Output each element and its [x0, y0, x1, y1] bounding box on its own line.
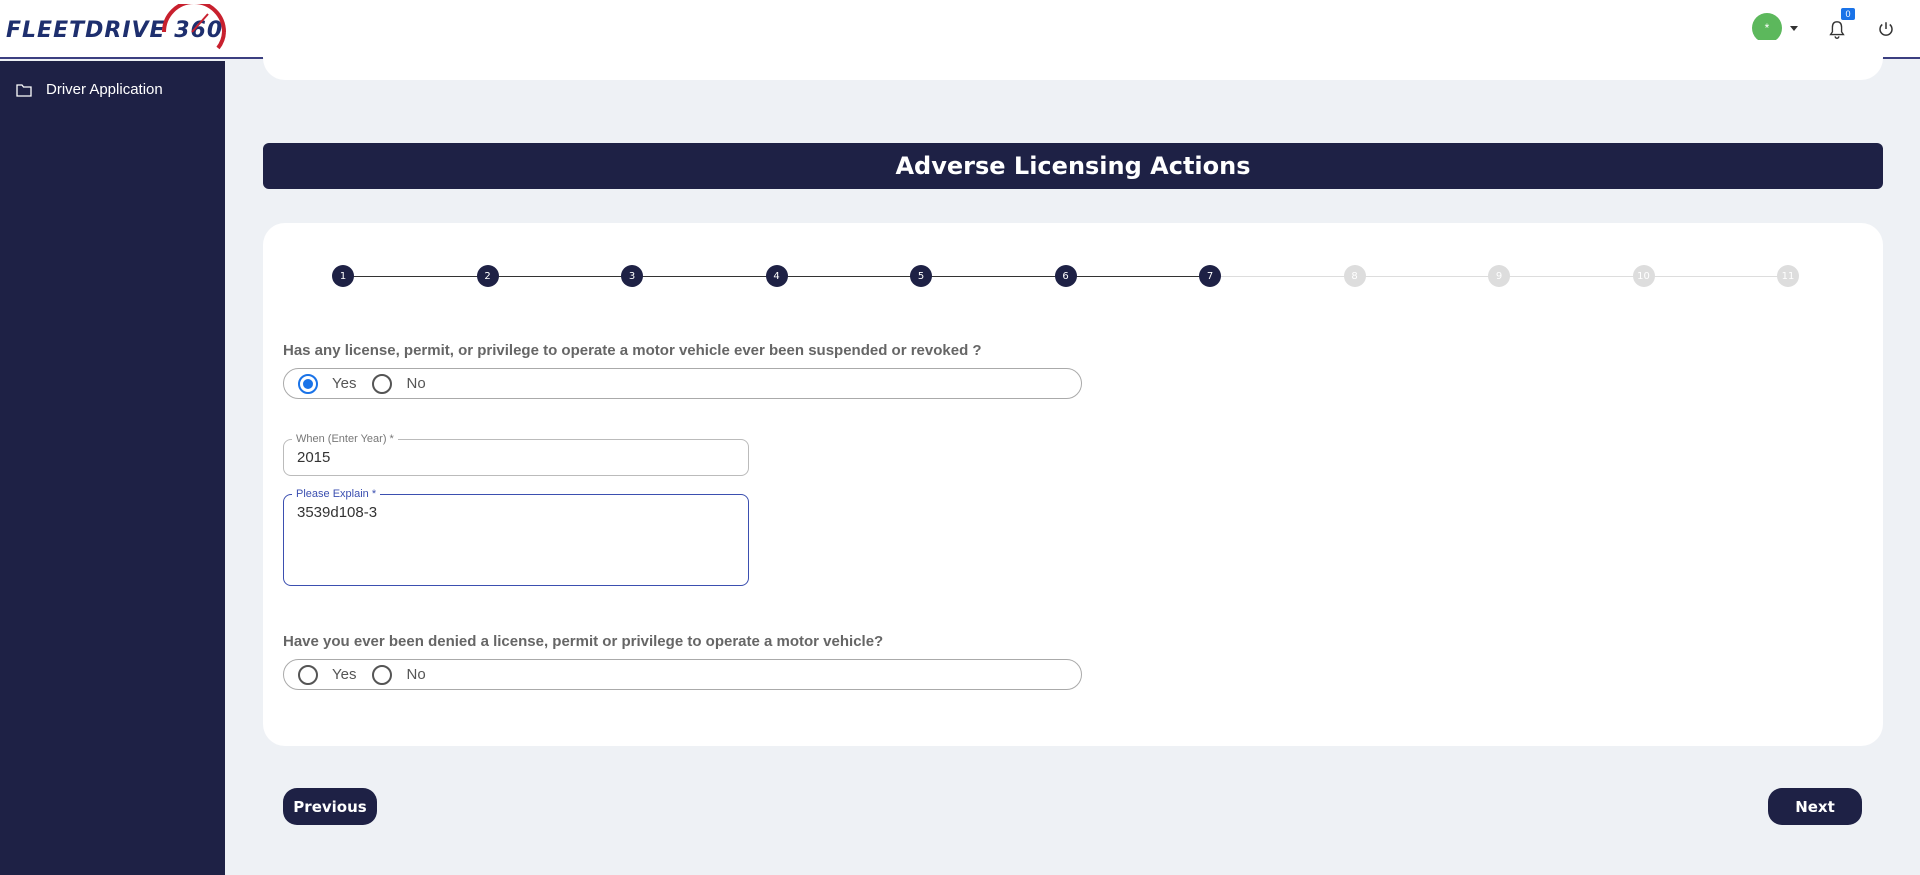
step-5: 5 [910, 265, 932, 287]
when-year-label: When (Enter Year) * [292, 433, 398, 445]
when-year-value[interactable]: 2015 [297, 449, 330, 466]
denied-radio-group: Yes No [283, 659, 1082, 690]
sidebar-item-driver-application[interactable]: Driver Application [16, 81, 163, 98]
previous-section-card [263, 40, 1883, 80]
step-connector [487, 276, 632, 277]
chevron-down-icon[interactable] [1790, 25, 1798, 31]
step-connector [1354, 276, 1499, 277]
step-11: 11 [1777, 265, 1799, 287]
form-card: 1 2 3 4 5 6 7 8 9 10 11 Has any license, permit, o… [263, 223, 1883, 746]
notification-badge: 0 [1841, 8, 1855, 20]
suspended-no-label[interactable]: No [406, 375, 425, 392]
speedometer-arc-icon [162, 4, 226, 50]
step-9: 9 [1488, 265, 1510, 287]
question-suspended-label: Has any license, permit, or privilege to… [283, 342, 982, 359]
denied-no-label[interactable]: No [406, 666, 425, 683]
step-8: 8 [1343, 265, 1366, 287]
step-connector [921, 276, 1066, 277]
power-icon[interactable] [1877, 20, 1895, 38]
progress-stepper: 1 2 3 4 5 6 7 8 9 10 11 [263, 223, 1883, 303]
sidebar: Driver Application [0, 61, 225, 875]
folder-icon [16, 83, 32, 97]
denied-yes-radio[interactable] [298, 664, 318, 685]
step-2: 2 [476, 265, 499, 287]
when-year-field[interactable]: When (Enter Year) * 2015 [283, 433, 749, 476]
suspended-radio-group: Yes No [283, 368, 1082, 399]
step-1: 1 [332, 265, 354, 287]
user-menu[interactable]: * [1752, 13, 1798, 43]
denied-no-radio[interactable] [372, 664, 393, 685]
previous-button[interactable]: Previous [283, 788, 377, 825]
step-10: 10 [1632, 265, 1655, 287]
sidebar-item-label: Driver Application [46, 81, 163, 98]
next-button[interactable]: Next [1768, 788, 1862, 825]
step-connector [632, 276, 777, 277]
step-4: 4 [765, 265, 788, 287]
step-7: 7 [1199, 265, 1221, 287]
step-connector [1065, 276, 1210, 277]
suspended-no-radio[interactable] [372, 373, 393, 394]
step-6: 6 [1054, 265, 1077, 287]
step-connector [1643, 276, 1788, 277]
avatar[interactable]: * [1752, 13, 1782, 43]
please-explain-label: Please Explain * [292, 488, 381, 500]
step-connector [1499, 276, 1644, 277]
please-explain-value[interactable]: 3539d108-3 [297, 504, 377, 521]
step-connector [1210, 276, 1355, 277]
fleetdrive-logo[interactable]: FLEETDRIVE 360 [6, 4, 226, 54]
suspended-yes-radio[interactable] [298, 373, 318, 394]
step-connector [776, 276, 921, 277]
page-title: Adverse Licensing Actions [263, 143, 1883, 189]
step-connector [343, 276, 488, 277]
please-explain-textarea[interactable]: Please Explain * 3539d108-3 [283, 488, 749, 586]
question-denied-label: Have you ever been denied a license, per… [283, 633, 884, 650]
denied-yes-label[interactable]: Yes [332, 666, 356, 683]
suspended-yes-label[interactable]: Yes [332, 375, 356, 392]
bell-icon[interactable] [1826, 19, 1848, 41]
step-3: 3 [621, 265, 643, 287]
